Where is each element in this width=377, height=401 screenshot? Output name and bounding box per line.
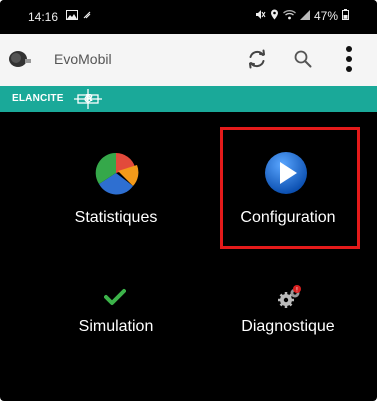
- checkmark-icon: [104, 288, 126, 311]
- phone-screen: 14:16 47% EvoMobil ELANCITE Statistiques…: [0, 0, 377, 401]
- simulation-label: Simulation: [78, 318, 154, 335]
- signal-icon: [82, 9, 92, 23]
- battery-icon: [342, 9, 349, 23]
- diagnostique-label: Diagnostique: [241, 318, 335, 335]
- selection-highlight: [220, 127, 360, 249]
- pie-chart-icon: [93, 150, 139, 201]
- app-actions: [243, 44, 363, 74]
- company-banner: ELANCITER: [0, 86, 377, 112]
- diagnostique-button[interactable]: ! Diagnostique: [218, 285, 358, 388]
- wifi-icon: [283, 9, 296, 23]
- status-bar: 14:16 47%: [0, 0, 377, 34]
- battery-percentage: 47%: [313, 9, 338, 23]
- status-right-icons: 47%: [255, 9, 349, 23]
- mute-icon: [255, 9, 266, 23]
- simulation-button[interactable]: Simulation: [46, 288, 186, 388]
- sync-icon[interactable]: [243, 44, 271, 74]
- status-left-icons: [66, 9, 92, 23]
- statistiques-label: Statistiques: [74, 209, 158, 226]
- crosshair-icon: [74, 89, 102, 114]
- app-bar: EvoMobil: [0, 34, 377, 86]
- location-icon: [270, 9, 279, 23]
- gears-icon: !: [277, 284, 303, 315]
- gallery-icon: [66, 9, 78, 23]
- more-vert-icon[interactable]: [335, 44, 363, 74]
- search-icon[interactable]: [289, 44, 317, 74]
- signal-bars-icon: [299, 9, 310, 23]
- status-time: 14:16: [28, 10, 59, 24]
- statistiques-button[interactable]: Statistiques: [46, 150, 186, 250]
- app-title: EvoMobil: [54, 51, 112, 67]
- app-logo-icon[interactable]: [8, 50, 32, 68]
